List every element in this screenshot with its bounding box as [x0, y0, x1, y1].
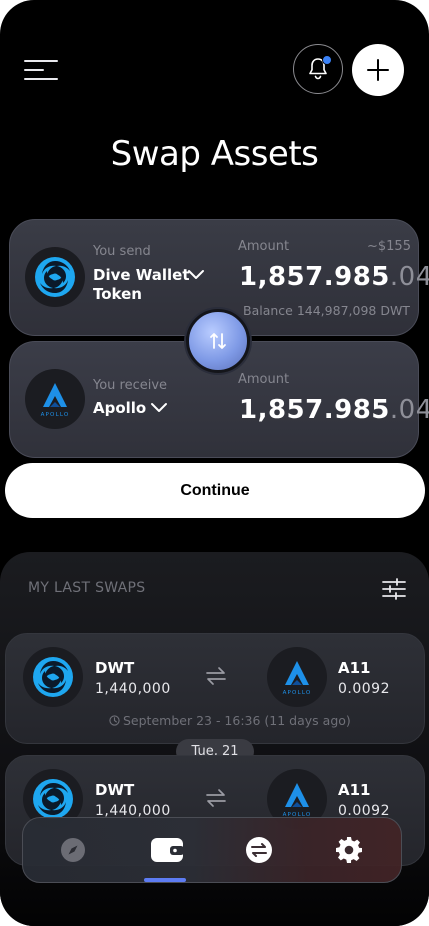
- bottom-tab-bar: [22, 817, 402, 883]
- send-token-name-line2: Token: [93, 285, 142, 303]
- send-amount-label: Amount: [238, 239, 290, 254]
- notification-dot: [322, 55, 332, 65]
- page-title: Swap Assets: [110, 134, 319, 174]
- chevron-down-icon[interactable]: [187, 269, 205, 281]
- send-token-selector[interactable]: Dive Wallet Token: [93, 266, 190, 304]
- compass-icon: [61, 838, 85, 862]
- tab-settings[interactable]: [319, 818, 379, 882]
- notifications-button[interactable]: [293, 44, 343, 94]
- send-label: You send: [93, 244, 151, 259]
- plus-icon: [367, 59, 389, 81]
- swap-vertical-icon: [210, 333, 226, 349]
- history-title: MY LAST SWAPS: [28, 580, 146, 596]
- tab-explore[interactable]: [43, 818, 103, 882]
- hamburger-icon-line: [24, 69, 44, 71]
- receive-amount-label: Amount: [238, 372, 290, 387]
- chevron-down-icon[interactable]: [150, 402, 168, 414]
- wallet-icon: [151, 838, 184, 862]
- hamburger-icon: [24, 60, 58, 62]
- continue-button[interactable]: Continue: [5, 463, 425, 518]
- receive-label: You receive: [93, 378, 168, 393]
- apollo-token-icon: APOLLO: [25, 369, 85, 429]
- svg-text:APOLLO: APOLLO: [283, 690, 312, 696]
- swap-arrows-icon: [206, 789, 226, 807]
- app-screen: Swap Assets You send Dive Wallet Token A…: [0, 0, 429, 926]
- dwt-token-icon: [25, 247, 85, 307]
- from-qty: 1,440,000: [95, 681, 171, 697]
- receive-token-name[interactable]: Apollo: [93, 399, 146, 418]
- filter-icon[interactable]: [382, 578, 406, 600]
- receive-amount[interactable]: 1,857.985.04: [239, 395, 429, 425]
- from-ticker: DWT: [95, 781, 135, 799]
- send-usd-value: ~$155: [367, 239, 411, 254]
- add-button[interactable]: [352, 44, 404, 96]
- swap-history-row[interactable]: DWT 1,440,000 APOLLO A11 0.0092 Septembe…: [5, 633, 425, 744]
- settings-icon: [336, 837, 362, 863]
- dwt-token-icon: [23, 647, 83, 707]
- receive-amount-int: 1,857.985: [239, 395, 390, 425]
- apollo-logo-icon: APOLLO: [283, 661, 312, 696]
- tab-wallet[interactable]: [137, 818, 197, 882]
- swap-direction-button[interactable]: [186, 309, 250, 373]
- swap-arrows-icon: [206, 667, 226, 685]
- send-amount[interactable]: 1,857.985.04: [239, 262, 429, 292]
- from-ticker: DWT: [95, 659, 135, 677]
- swap-icon: [246, 837, 272, 863]
- swap-date: September 23 - 16:36 (11 days ago): [123, 713, 351, 728]
- send-balance: Balance 144,987,098 DWT: [243, 303, 410, 318]
- hamburger-icon-line: [24, 78, 58, 80]
- receive-amount-dec: .04: [389, 395, 429, 425]
- active-tab-indicator: [144, 878, 186, 882]
- dwt-logo-icon: [35, 257, 75, 297]
- menu-button[interactable]: [24, 60, 60, 82]
- clock-icon: [109, 715, 120, 726]
- dwt-logo-icon: [33, 779, 73, 819]
- send-amount-int: 1,857.985: [239, 262, 390, 292]
- tab-swap[interactable]: [229, 818, 289, 882]
- svg-text:APOLLO: APOLLO: [41, 412, 70, 418]
- send-token-name: Dive Wallet: [93, 266, 190, 284]
- apollo-token-icon: APOLLO: [267, 647, 327, 707]
- apollo-logo-icon: APOLLO: [41, 383, 70, 418]
- to-ticker: A11: [338, 781, 371, 799]
- to-ticker: A11: [338, 659, 371, 677]
- dwt-logo-icon: [33, 657, 73, 697]
- apollo-logo-icon: APOLLO: [283, 783, 310, 818]
- send-amount-dec: .04: [389, 262, 429, 292]
- to-qty: 0.0092: [338, 681, 390, 697]
